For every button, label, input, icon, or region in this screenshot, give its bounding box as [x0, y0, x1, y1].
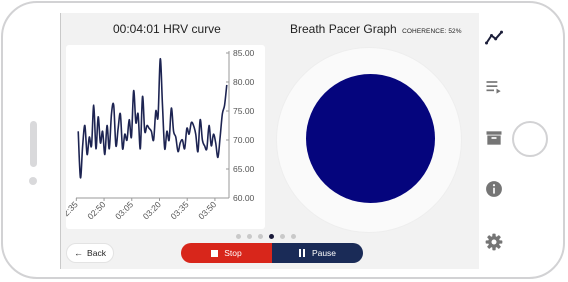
y-tick-label: 80.00 [233, 77, 255, 87]
screen-divider [60, 13, 61, 269]
pause-label: Pause [311, 248, 337, 258]
page-dot[interactable] [258, 234, 263, 239]
hrv-time: 00:04:01 [113, 22, 160, 36]
phone-sensor-dot [29, 177, 37, 185]
y-tick-label: 70.00 [233, 135, 255, 145]
pause-icon [298, 249, 307, 257]
y-tick-label: 65.00 [233, 164, 255, 174]
back-button[interactable]: ← Back [66, 243, 114, 263]
back-label: Back [87, 248, 106, 258]
pacer-title-label: Breath Pacer Graph [290, 22, 397, 36]
stop-icon [211, 249, 219, 257]
pacer-title: Breath Pacer Graph COHERENCE: 52% [290, 22, 462, 36]
x-tick-label: 03:35 [168, 199, 190, 221]
breath-pacer-circle [306, 74, 435, 203]
hrv-chart-card: 85.00 80.00 75.00 70.00 65.00 60.00 02:35 02:50… [66, 45, 265, 229]
y-tick-label: 75.00 [233, 106, 255, 116]
hrv-series-line [77, 57, 228, 179]
x-tick-label: 03:20 [141, 199, 163, 221]
info-icon[interactable] [484, 179, 504, 199]
page-dot[interactable] [247, 234, 252, 239]
stop-label: Stop [224, 248, 242, 258]
x-tick-label: 02:35 [66, 199, 80, 221]
y-tick-label: 60.00 [233, 193, 255, 203]
y-tick-label: 85.00 [233, 48, 255, 58]
page-dot[interactable] [236, 234, 241, 239]
x-tick-label: 02:50 [85, 199, 107, 221]
coherence-label: COHERENCE: 52% [402, 28, 462, 35]
hrv-title: 00:04:01 HRV curve [113, 22, 221, 36]
stop-button[interactable]: Stop [181, 243, 272, 263]
page-dot[interactable] [291, 234, 296, 239]
page-dot[interactable] [269, 234, 274, 239]
hrv-title-label: HRV curve [163, 22, 221, 36]
arrow-left-icon: ← [74, 248, 84, 258]
settings-icon[interactable] [484, 232, 504, 252]
playlist-play-icon[interactable] [484, 77, 504, 97]
page-dot[interactable] [280, 234, 285, 239]
hrv-chart: 85.00 80.00 75.00 70.00 65.00 60.00 02:35 02:50… [66, 48, 255, 221]
x-tick-label: 03:50 [196, 199, 218, 221]
chart-line-icon[interactable] [484, 28, 504, 48]
phone-side-button [30, 121, 37, 167]
pause-button[interactable]: Pause [272, 243, 363, 263]
phone-home-button[interactable] [512, 121, 548, 157]
archive-icon[interactable] [484, 128, 504, 148]
x-tick-label: 03:05 [113, 199, 135, 221]
